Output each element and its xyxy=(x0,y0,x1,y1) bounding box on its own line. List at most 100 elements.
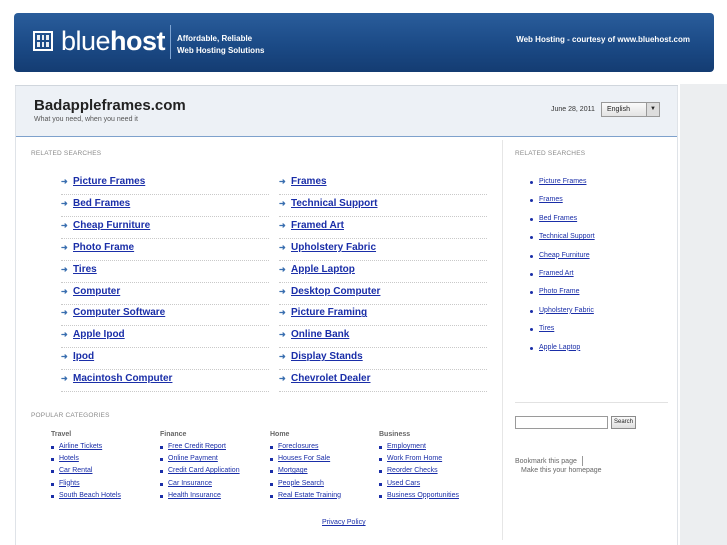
search-button[interactable]: Search xyxy=(611,416,636,429)
related-search-item[interactable]: ➜ Desktop Computer xyxy=(279,283,487,305)
related-search-link[interactable]: Technical Support xyxy=(291,198,378,209)
related-search-item[interactable]: ➜ Frames xyxy=(279,173,487,195)
sidebar-search-link[interactable]: Apple Laptop xyxy=(539,344,580,351)
sidebar-search-link[interactable]: Picture Frames xyxy=(539,178,586,185)
category-link[interactable]: South Beach Hotels xyxy=(59,492,121,499)
sidebar-search-link[interactable]: Tires xyxy=(539,325,554,332)
sidebar-search-link[interactable]: Bed Frames xyxy=(539,215,577,222)
related-search-item[interactable]: ➜ Apple Ipod xyxy=(61,326,269,349)
category-link[interactable]: Hotels xyxy=(59,455,79,462)
bullet-icon xyxy=(160,446,163,449)
related-search-link[interactable]: Tires xyxy=(73,264,97,275)
arrow-right-icon: ➜ xyxy=(61,286,68,296)
related-search-link[interactable]: Computer Software xyxy=(73,307,165,318)
related-search-link[interactable]: Desktop Computer xyxy=(291,286,380,297)
related-search-item[interactable]: ➜ Online Bank xyxy=(279,326,487,349)
privacy-policy-link[interactable]: Privacy Policy xyxy=(322,519,366,526)
bullet-icon xyxy=(270,446,273,449)
related-search-item[interactable]: ➜ Picture Framing xyxy=(279,304,487,327)
category-link[interactable]: Flights xyxy=(59,480,80,487)
sidebar-search-link[interactable]: Frames xyxy=(539,196,563,203)
related-search-link[interactable]: Upholstery Fabric xyxy=(291,242,376,253)
category-link[interactable]: Airline Tickets xyxy=(59,443,102,450)
bullet-icon xyxy=(51,494,54,498)
homepage-link[interactable]: Make this your homepage xyxy=(521,467,602,474)
category-link[interactable]: Business Opportunities xyxy=(387,492,459,499)
related-search-link[interactable]: Macintosh Computer xyxy=(73,373,172,384)
related-search-link[interactable]: Bed Frames xyxy=(73,198,130,209)
related-search-link[interactable]: Picture Frames xyxy=(73,176,145,187)
arrow-right-icon: ➜ xyxy=(279,330,286,340)
related-search-link[interactable]: Cheap Furniture xyxy=(73,220,150,231)
sidebar-search-link[interactable]: Upholstery Fabric xyxy=(539,307,594,314)
related-search-item[interactable]: ➜ Picture Frames xyxy=(61,173,269,195)
related-search-item[interactable]: ➜ Macintosh Computer xyxy=(61,370,269,393)
bullet-icon xyxy=(270,470,273,474)
related-search-item[interactable]: ➜ Computer xyxy=(61,283,269,305)
category-link[interactable]: Car Rental xyxy=(59,467,92,474)
related-search-link[interactable]: Ipod xyxy=(73,351,94,362)
related-search-item[interactable]: ➜ Framed Art xyxy=(279,217,487,239)
related-search-link[interactable]: Chevrolet Dealer xyxy=(291,373,370,384)
category-link[interactable]: Real Estate Training xyxy=(278,492,341,499)
category-link[interactable]: Reorder Checks xyxy=(387,467,438,474)
bullet-icon xyxy=(530,217,533,221)
site-subtitle: What you need, when you need it xyxy=(34,116,138,123)
related-search-item[interactable]: ➜ Chevrolet Dealer xyxy=(279,370,487,393)
sidebar-search-link[interactable]: Framed Art xyxy=(539,270,574,277)
related-search-link[interactable]: Picture Framing xyxy=(291,307,367,318)
right-gray-strip xyxy=(680,84,727,545)
category-link[interactable]: Foreclosures xyxy=(278,443,318,450)
arrow-right-icon: ➜ xyxy=(279,308,286,318)
category-link[interactable]: Used Cars xyxy=(387,480,420,487)
category-link[interactable]: Mortgage xyxy=(278,467,308,474)
related-search-link[interactable]: Display Stands xyxy=(291,351,363,362)
arrow-right-icon: ➜ xyxy=(279,286,286,296)
sidebar-search-link[interactable]: Cheap Furniture xyxy=(539,252,590,259)
sidebar-search-link[interactable]: Technical Support xyxy=(539,233,595,240)
arrow-right-icon: ➜ xyxy=(61,330,68,340)
related-search-link[interactable]: Apple Ipod xyxy=(73,329,125,340)
bluehost-banner: bluehost Affordable, Reliable Web Hostin… xyxy=(14,13,714,72)
related-search-item[interactable]: ➜ Apple Laptop xyxy=(279,261,487,283)
related-search-link[interactable]: Apple Laptop xyxy=(291,264,355,275)
related-search-item[interactable]: ➜ Upholstery Fabric xyxy=(279,239,487,261)
related-search-item[interactable]: ➜ Cheap Furniture xyxy=(61,217,269,239)
bullet-icon xyxy=(379,446,382,449)
related-search-item[interactable]: ➜ Ipod xyxy=(61,348,269,371)
category-link[interactable]: Houses For Sale xyxy=(278,455,330,462)
bluehost-logo-icon xyxy=(33,31,53,51)
sidebar-related-label: RELATED SEARCHES xyxy=(515,150,586,157)
related-search-link[interactable]: Online Bank xyxy=(291,329,349,340)
category-link[interactable]: Free Credit Report xyxy=(168,443,226,450)
category-link[interactable]: Online Payment xyxy=(168,455,218,462)
category-link[interactable]: Car Insurance xyxy=(168,480,212,487)
bullet-icon xyxy=(51,446,54,449)
related-search-link[interactable]: Photo Frame xyxy=(73,242,134,253)
related-search-item[interactable]: ➜ Photo Frame xyxy=(61,239,269,261)
category-link[interactable]: People Search xyxy=(278,480,324,487)
language-select[interactable]: English ▼ xyxy=(601,102,660,117)
category-link[interactable]: Credit Card Application xyxy=(168,467,240,474)
arrow-right-icon: ➜ xyxy=(279,374,286,384)
related-search-link[interactable]: Framed Art xyxy=(291,220,344,231)
category-link[interactable]: Work From Home xyxy=(387,455,442,462)
related-search-item[interactable]: ➜ Technical Support xyxy=(279,195,487,217)
chevron-down-icon[interactable]: ▼ xyxy=(646,103,659,116)
related-search-item[interactable]: ➜ Computer Software xyxy=(61,304,269,327)
sidebar-search-link[interactable]: Photo Frame xyxy=(539,288,579,295)
search-input[interactable] xyxy=(515,416,608,429)
related-search-item[interactable]: ➜ Display Stands xyxy=(279,348,487,371)
related-search-item[interactable]: ➜ Tires xyxy=(61,261,269,283)
arrow-right-icon: ➜ xyxy=(61,198,68,208)
bullet-icon xyxy=(379,482,382,486)
category-link[interactable]: Employment xyxy=(387,443,426,450)
bookmark-link[interactable]: Bookmark this page xyxy=(515,458,577,465)
related-search-item[interactable]: ➜ Bed Frames xyxy=(61,195,269,217)
related-search-link[interactable]: Computer xyxy=(73,286,120,297)
category-link[interactable]: Health Insurance xyxy=(168,492,221,499)
tagline: Affordable, Reliable Web Hosting Solutio… xyxy=(177,33,264,57)
courtesy-link[interactable]: Web Hosting - courtesy of www.bluehost.c… xyxy=(516,35,690,44)
related-search-link[interactable]: Frames xyxy=(291,176,327,187)
bluehost-logo-text[interactable]: bluehost xyxy=(61,26,166,57)
